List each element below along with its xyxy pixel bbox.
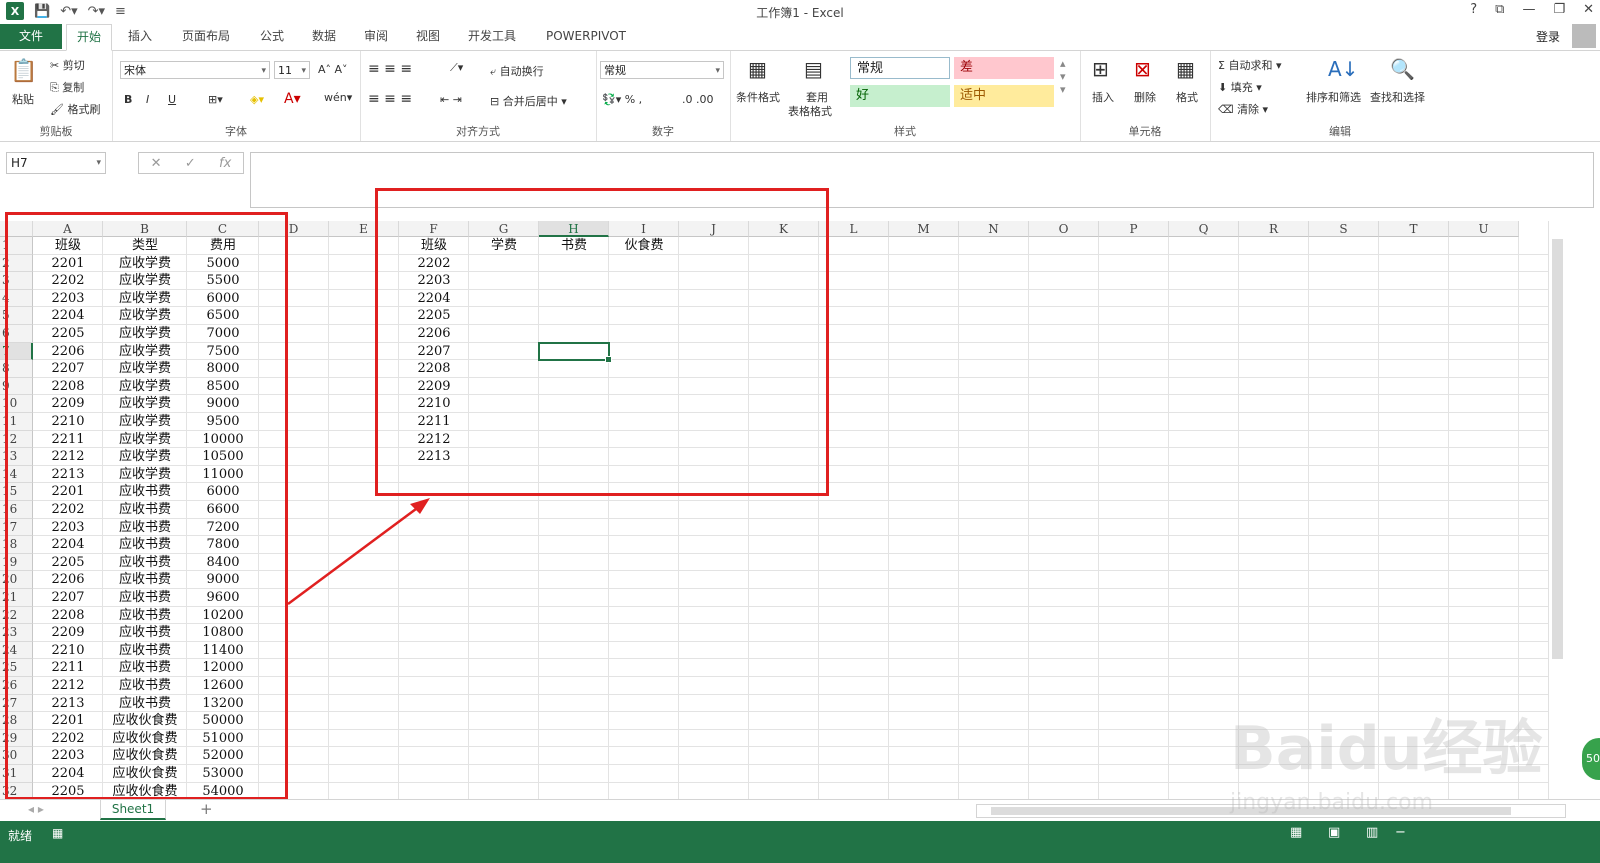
add-sheet-icon[interactable]: + [200,800,213,818]
watermark-url: jingyan.baidu.com [1230,790,1434,815]
arrow-line [287,504,421,606]
macro-record-icon[interactable]: ▦ [52,826,63,840]
watermark-logo: Baidu经验 [1230,714,1543,784]
view-normal-icon[interactable]: ▦ [1290,825,1302,840]
sheet-nav-icon[interactable]: ◂ ▸ [28,802,44,816]
vertical-scroll-thumb[interactable] [1552,239,1563,659]
zoom-out-icon[interactable]: − [1395,825,1406,840]
sheet-tab-sheet1[interactable]: Sheet1 [100,800,166,820]
status-text: 就绪 [8,829,33,843]
vertical-scrollbar[interactable] [1548,221,1567,799]
view-layout-icon[interactable]: ▣ [1328,825,1340,840]
view-pagebreak-icon[interactable]: ▥ [1366,825,1378,840]
status-bar: 就绪 ▦ ▦ ▣ ▥ − [0,821,1600,863]
